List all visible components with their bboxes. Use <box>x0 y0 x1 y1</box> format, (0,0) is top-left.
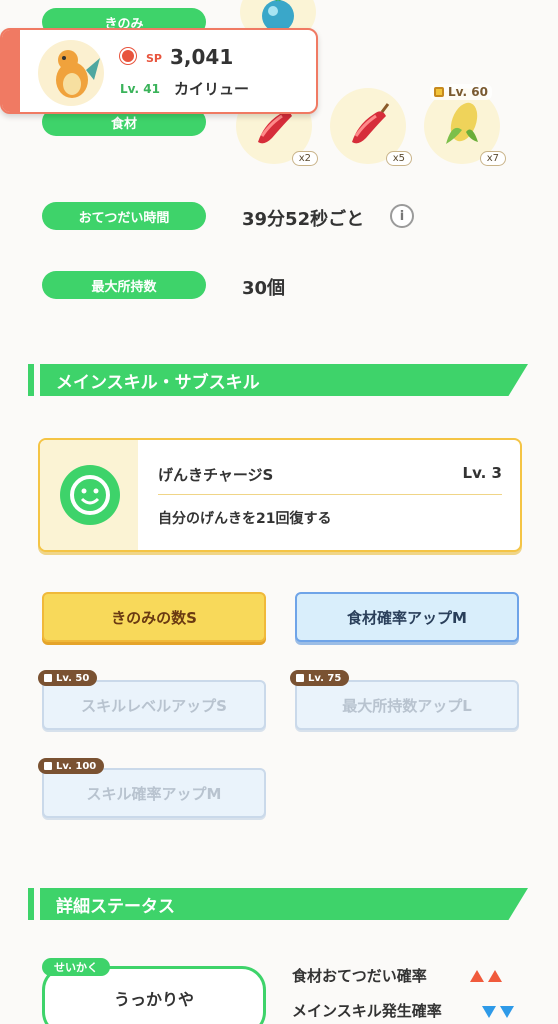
help-time-value: 39分52秒ごと <box>242 209 365 230</box>
lock-icon <box>296 674 304 682</box>
pokemon-name: カイリュー <box>174 80 250 98</box>
nature-effect-down: メインスキル発生確率 <box>292 1002 442 1020</box>
lock-level: Lv. 60 <box>448 85 488 99</box>
main-skill-description: 自分のげんきを21回復する <box>158 511 332 527</box>
ingredient-lock-badge: Lv. 60 <box>430 84 492 100</box>
lock-icon <box>44 674 52 682</box>
ingredient-count: x2 <box>291 151 318 166</box>
sp-value: 3,041 <box>170 45 234 69</box>
skill-divider <box>158 494 502 495</box>
main-skill-name: げんきチャージS <box>158 466 274 484</box>
up-arrows-icon <box>470 970 502 982</box>
corn-icon <box>446 102 478 144</box>
sp-ball-icon <box>120 48 136 64</box>
ingredient-count: x7 <box>479 151 506 166</box>
nature-tag: せいかく <box>42 958 110 976</box>
section-title: メインスキル・サブスキル <box>40 364 528 396</box>
pokemon-avatar <box>38 40 104 106</box>
chili-icon <box>352 103 390 144</box>
lock-level: Lv. 75 <box>308 672 342 684</box>
card-accent <box>2 30 20 112</box>
skill-icon-panel <box>40 440 138 550</box>
ingredient-chili-2[interactable]: x5 <box>330 88 412 166</box>
main-skill-level: Lv. 3 <box>462 464 502 482</box>
pokemon-level: Lv. 41 <box>120 82 160 96</box>
help-time-label: おてつだい時間 <box>42 202 206 230</box>
smiley-icon <box>60 465 120 525</box>
section-title: 詳細ステータス <box>40 888 528 920</box>
lock-icon <box>434 87 444 97</box>
max-carry-label: 最大所持数 <box>42 271 206 299</box>
lock-level-tag: Lv. 100 <box>38 758 105 774</box>
lock-level: Lv. 100 <box>56 760 97 772</box>
section-bar <box>28 364 34 396</box>
section-bar <box>28 888 34 920</box>
down-arrows-icon <box>482 1006 514 1018</box>
nature-name: うっかりや <box>113 990 194 1009</box>
sub-skill-inventory-up[interactable]: 最大所持数アップL <box>295 680 519 730</box>
lock-level-tag: Lv. 50 <box>38 670 98 686</box>
dragonite-icon <box>56 50 100 98</box>
lock-level-tag: Lv. 75 <box>290 670 350 686</box>
nature-effect-up: 食材おてつだい確率 <box>292 967 427 985</box>
max-carry-value: 30個 <box>242 278 286 299</box>
sub-skill-skill-level-up[interactable]: スキルレベルアップS <box>42 680 266 730</box>
sub-skill-skill-trigger-up[interactable]: スキル確率アップM <box>42 768 266 818</box>
lock-icon <box>44 762 52 770</box>
sub-skill-ingredient-finder[interactable]: 食材確率アップM <box>295 592 519 642</box>
info-icon[interactable]: i <box>390 204 414 228</box>
main-skill-card[interactable]: げんきチャージS Lv. 3 自分のげんきを21回復する <box>38 438 522 552</box>
lock-level: Lv. 50 <box>56 672 90 684</box>
sub-skill-berry-count[interactable]: きのみの数S <box>42 592 266 642</box>
sp-label: SP <box>146 52 162 65</box>
pokemon-summary-card[interactable]: SP 3,041 Lv. 41 カイリュー <box>0 28 318 114</box>
ingredient-count: x5 <box>385 151 412 166</box>
